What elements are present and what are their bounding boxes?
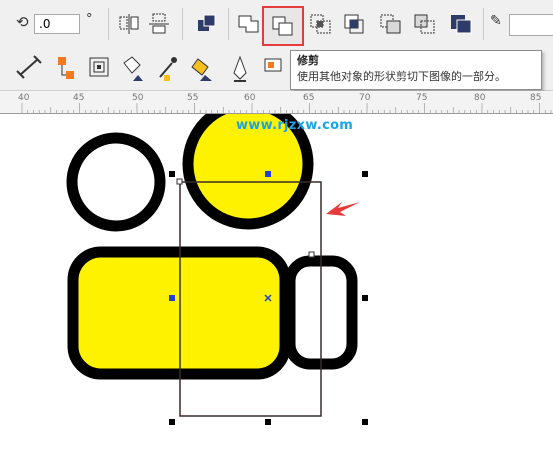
pen-nib-icon: [233, 55, 247, 82]
small-circle-shape: [66, 132, 166, 232]
ruler-label: 80: [474, 93, 486, 103]
back-minus-front-button[interactable]: [410, 9, 440, 39]
ruler-label: 75: [416, 93, 428, 103]
trim-tooltip: 修剪 使用其他对象的形状剪切下图像的一部分。: [290, 50, 542, 90]
connector-tool-icon: [58, 57, 74, 79]
tooltip-title: 修剪: [297, 54, 319, 67]
property-bar: ⟲ °: [0, 0, 553, 47]
selection-handle: [362, 171, 368, 177]
drawing-canvas[interactable]: www.rjzxw.com: [0, 114, 553, 472]
weld-icon: [238, 15, 259, 33]
pen-outline-icon[interactable]: ✎: [490, 13, 502, 29]
trim-button[interactable]: [262, 6, 304, 46]
toolbar-separator: [228, 8, 229, 40]
ruler-label: 85: [530, 93, 542, 103]
toolbar-separator: [483, 8, 484, 40]
center-marker: [265, 171, 271, 177]
interactive-fill-icon: [191, 58, 212, 81]
node-handle: [308, 251, 315, 258]
ruler-label: 55: [187, 93, 199, 103]
simplify-button[interactable]: [340, 9, 370, 39]
trim-icon: [272, 16, 293, 36]
toolbox-icons: [16, 55, 247, 82]
front-minus-back-icon: [380, 14, 401, 34]
mirror-vertical-icon: [149, 13, 169, 34]
selection-handle: [169, 171, 175, 177]
text-image-icon[interactable]: [262, 53, 286, 83]
fill-bucket-icon: [123, 56, 143, 81]
selection-handle: [362, 419, 368, 425]
ruler-label: 50: [132, 93, 144, 103]
create-boundary-icon: [451, 15, 472, 34]
toolbar-separator: [108, 8, 109, 40]
dimension-tool-icon: [16, 55, 42, 79]
eyedropper-icon: [159, 57, 177, 81]
simplify-icon: [344, 14, 364, 34]
degree-symbol: °: [86, 12, 93, 27]
selection-handle: [265, 419, 271, 425]
rotation-angle-input[interactable]: [34, 14, 80, 34]
mirror-vertical-button[interactable]: [144, 9, 174, 39]
red-arrow: [326, 202, 360, 216]
mirror-horizontal-icon: [119, 14, 139, 34]
horizontal-ruler[interactable]: 40 45 50 55 60 65 70 75 80 85: [0, 91, 553, 114]
rotation-icon: ⟲: [16, 13, 29, 31]
node-handle: [176, 178, 183, 185]
ruler-label: 45: [73, 93, 85, 103]
contour-tool-icon: [89, 57, 109, 77]
weld-button[interactable]: [234, 9, 264, 39]
center-marker: [169, 295, 175, 301]
ruler-label: 70: [359, 93, 371, 103]
selection-handle: [362, 295, 368, 301]
watermark-text: www.rjzxw.com: [236, 118, 354, 133]
toolbar-separator: [182, 8, 183, 40]
mirror-horizontal-button[interactable]: [114, 9, 144, 39]
selection-handle: [169, 419, 175, 425]
ruler-label: 65: [303, 93, 315, 103]
yellow-rounded-rect-shape: [67, 246, 291, 380]
back-minus-front-icon: [414, 14, 435, 34]
ruler-label: 40: [18, 93, 30, 103]
ruler-label: 60: [244, 93, 256, 103]
canvas-drawing: [66, 114, 368, 425]
combine-icon: [198, 14, 216, 31]
outline-width-input[interactable]: [509, 14, 553, 36]
intersect-icon: [310, 14, 331, 34]
combine-button[interactable]: [192, 9, 222, 39]
create-boundary-button[interactable]: [446, 9, 476, 39]
front-minus-back-button[interactable]: [376, 9, 406, 39]
tooltip-description: 使用其他对象的形状剪切下图像的一部分。: [297, 70, 506, 83]
intersect-button[interactable]: [306, 9, 336, 39]
